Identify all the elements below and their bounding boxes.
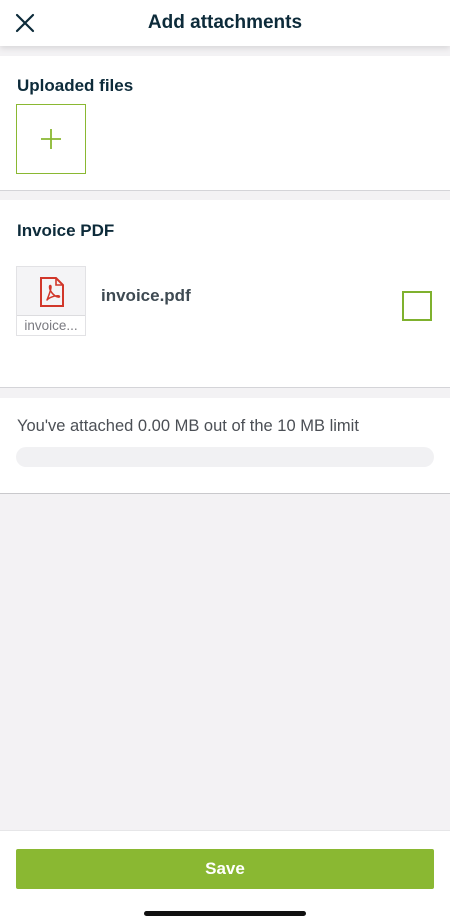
thumbnail-caption: invoice...	[17, 315, 85, 335]
add-file-button[interactable]	[16, 104, 86, 174]
invoice-pdf-title: Invoice PDF	[17, 221, 115, 240]
attachment-limit-section: You've attached 0.00 MB out of the 10 MB…	[0, 398, 450, 494]
attachment-limit-text: You've attached 0.00 MB out of the 10 MB…	[17, 417, 359, 435]
home-indicator	[144, 911, 306, 916]
file-thumbnail[interactable]: invoice...	[16, 266, 86, 336]
save-button[interactable]: Save	[16, 849, 434, 889]
top-bar: Add attachments	[0, 0, 450, 46]
file-select-checkbox[interactable]	[402, 291, 432, 321]
file-name: invoice.pdf	[101, 286, 191, 305]
uploaded-files-title: Uploaded files	[17, 76, 134, 95]
page-title: Add attachments	[147, 12, 303, 33]
invoice-pdf-section: Invoice PDF invoice... invoice.pdf	[0, 200, 450, 388]
uploaded-files-section: Uploaded files	[0, 56, 450, 191]
footer: Save	[0, 830, 450, 924]
plus-icon	[41, 129, 61, 149]
pdf-icon	[40, 277, 64, 307]
attachment-progress-bar	[16, 447, 434, 467]
